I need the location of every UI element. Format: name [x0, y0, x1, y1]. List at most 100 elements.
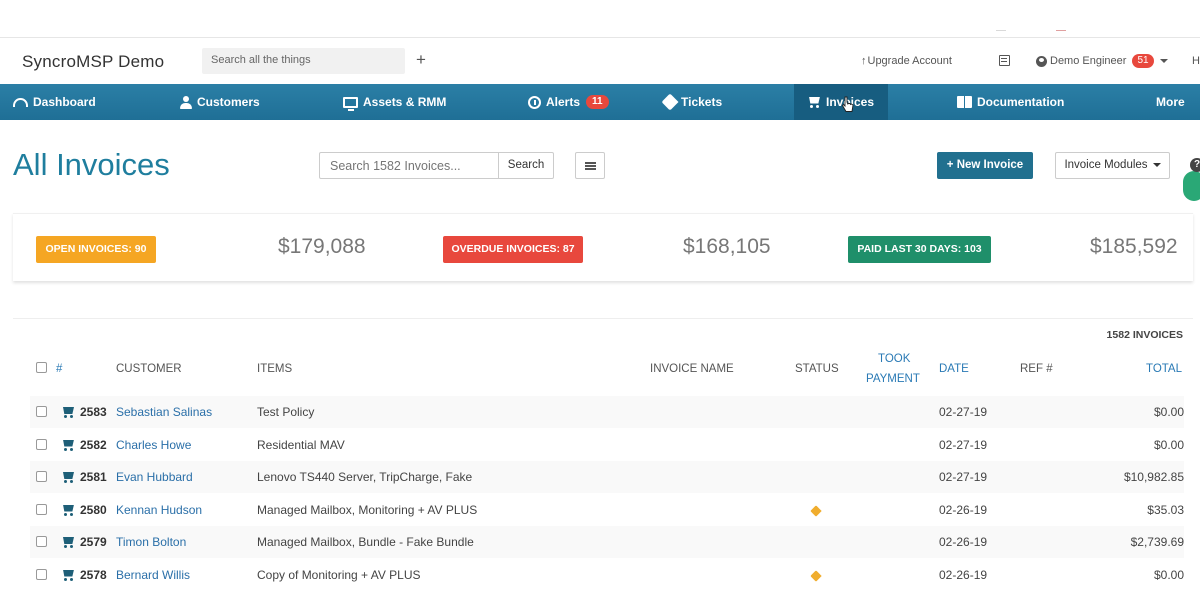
monitor-icon — [343, 96, 358, 111]
customer-link[interactable]: Evan Hubbard — [116, 470, 193, 484]
notification-badge: 51 — [1132, 54, 1154, 68]
user-name: Demo Engineer — [1050, 55, 1127, 67]
row-checkbox[interactable] — [36, 471, 47, 482]
top-strip — [0, 0, 1200, 38]
invoice-search-input[interactable] — [319, 152, 499, 179]
mouse-pointer-icon — [842, 96, 854, 112]
invoice-count: 1582 INVOICES — [1106, 329, 1183, 341]
nav-label: Documentation — [977, 95, 1065, 109]
table-row[interactable]: 2582 Charles Howe Residential MAV 02-27-19 $… — [30, 429, 1184, 461]
col-status[interactable]: STATUS — [795, 363, 839, 375]
cart-icon — [61, 440, 75, 451]
invoice-number[interactable]: 2580 — [80, 503, 107, 517]
col-total[interactable]: TOTAL — [1146, 363, 1182, 375]
nav-customers[interactable]: Customers — [180, 84, 260, 120]
table-row[interactable]: 2581 Evan Hubbard Lenovo TS440 Server, Tri… — [30, 461, 1184, 493]
strip-mark — [996, 30, 1006, 31]
customer-link[interactable]: Kennan Hudson — [116, 503, 202, 517]
search-button[interactable]: Search — [498, 152, 554, 179]
invoice-items: Copy of Monitoring + AV PLUS — [257, 567, 421, 582]
user-menu[interactable]: Demo Engineer 51 — [1036, 54, 1168, 68]
alert-icon — [528, 95, 541, 109]
list-view-button[interactable] — [575, 152, 605, 179]
nav-label: Assets & RMM — [363, 95, 447, 109]
invoice-items: Managed Mailbox, Monitoring + AV PLUS — [257, 502, 478, 517]
col-took-payment[interactable]: TOOK — [878, 353, 910, 365]
cart-icon — [807, 97, 821, 108]
help-icon[interactable]: ? — [1190, 158, 1200, 172]
row-checkbox[interactable] — [36, 438, 47, 450]
invoice-number[interactable]: 2578 — [80, 568, 107, 582]
cart-icon — [61, 472, 75, 483]
invoice-modules-dropdown[interactable]: Invoice Modules — [1055, 152, 1170, 179]
app-brand[interactable]: SyncroMSP Demo — [22, 52, 164, 72]
nav-assets-rmm[interactable]: Assets & RMM — [343, 84, 446, 120]
quick-add-button[interactable]: + — [416, 51, 426, 69]
col-items[interactable]: ITEMS — [257, 363, 292, 375]
invoice-total: $35.03 — [1147, 502, 1184, 517]
invoice-number[interactable]: 2582 — [80, 438, 107, 452]
nav-alerts[interactable]: Alerts 11 — [528, 84, 609, 120]
col-invoice-name[interactable]: INVOICE NAME — [650, 363, 734, 375]
overdue-invoices-badge[interactable]: OVERDUE INVOICES: 87 — [443, 236, 583, 263]
invoice-total: $10,982.85 — [1123, 470, 1184, 484]
invoice-total: $0.00 — [1153, 567, 1184, 582]
invoice-date: 02-27-19 — [939, 470, 988, 484]
col-ref[interactable]: REF # — [1020, 363, 1053, 375]
nav-invoices[interactable]: Invoices — [794, 84, 888, 120]
customer-link[interactable]: Timon Bolton — [116, 535, 186, 549]
upload-arrow-icon: ↑ — [861, 55, 867, 67]
table-row[interactable]: 2578 Bernard Willis Copy of Monitoring + A… — [30, 559, 1184, 591]
cart-icon — [61, 407, 75, 418]
invoices-table: 1582 INVOICES # CUSTOMER ITEMS INVOICE N… — [13, 318, 1193, 600]
nav-more[interactable]: More — [1156, 84, 1185, 120]
dashboard-icon — [13, 97, 28, 107]
tag-icon — [661, 93, 679, 111]
row-checkbox[interactable] — [36, 503, 47, 515]
nav-dashboard[interactable]: Dashboard — [13, 84, 96, 120]
tag-icon — [810, 504, 822, 517]
table-row[interactable]: 2580 Kennan Hudson Managed Mailbox, Monito… — [30, 494, 1184, 526]
new-invoice-button[interactable]: + New Invoice — [937, 152, 1033, 179]
row-checkbox[interactable] — [36, 536, 47, 547]
row-checkbox[interactable] — [36, 406, 47, 417]
global-search-input[interactable]: Search all the things — [202, 48, 405, 74]
chevron-down-icon — [1159, 59, 1168, 63]
col-number[interactable]: # — [56, 363, 62, 375]
col-customer[interactable]: CUSTOMER — [116, 363, 182, 375]
col-took-payment[interactable]: PAYMENT — [866, 373, 920, 385]
customer-link[interactable]: Bernard Willis — [116, 568, 190, 582]
invoice-total: $0.00 — [1153, 437, 1184, 452]
table-row[interactable]: 2579 Timon Bolton Managed Mailbox, Bundle … — [30, 526, 1184, 558]
caret-down-icon — [1152, 162, 1161, 167]
overdue-invoices-amount: $168,105 — [683, 235, 771, 258]
tag-icon — [810, 569, 822, 582]
help-menu[interactable]: H — [1192, 55, 1200, 67]
upgrade-account-link[interactable]: ↑Upgrade Account — [861, 55, 952, 67]
select-all-checkbox[interactable] — [36, 362, 47, 373]
invoice-number[interactable]: 2583 — [80, 405, 107, 419]
nav-documentation[interactable]: Documentation — [957, 84, 1064, 120]
open-invoices-badge[interactable]: OPEN INVOICES: 90 — [36, 236, 156, 263]
cart-icon — [61, 570, 75, 581]
nav-label: Tickets — [681, 95, 723, 109]
row-checkbox[interactable] — [36, 568, 47, 580]
user-icon — [180, 95, 192, 109]
invoice-date: 02-26-19 — [939, 567, 988, 582]
customer-link[interactable]: Sebastian Salinas — [116, 405, 212, 419]
invoice-items: Test Policy — [257, 405, 315, 419]
page-title: All Invoices — [13, 147, 170, 182]
nav-tickets[interactable]: Tickets — [661, 84, 723, 120]
table-row[interactable]: 2583 Sebastian Salinas Test Policy 02-27-19… — [30, 396, 1184, 428]
invoice-number[interactable]: 2579 — [80, 535, 107, 549]
col-date[interactable]: DATE — [939, 363, 969, 375]
paid-last-30-days-badge[interactable]: PAID LAST 30 DAYS: 103 — [848, 236, 991, 263]
invoice-items: Managed Mailbox, Bundle - Fake Bundle — [257, 535, 474, 549]
chat-bubble-icon[interactable] — [1183, 171, 1200, 201]
invoice-date: 02-26-19 — [939, 502, 988, 517]
customer-link[interactable]: Charles Howe — [116, 438, 191, 452]
cart-icon — [61, 505, 75, 516]
calculator-icon[interactable] — [999, 55, 1010, 66]
paid-last-30-days-amount: $185,592 — [1090, 235, 1178, 258]
invoice-number[interactable]: 2581 — [80, 470, 107, 484]
